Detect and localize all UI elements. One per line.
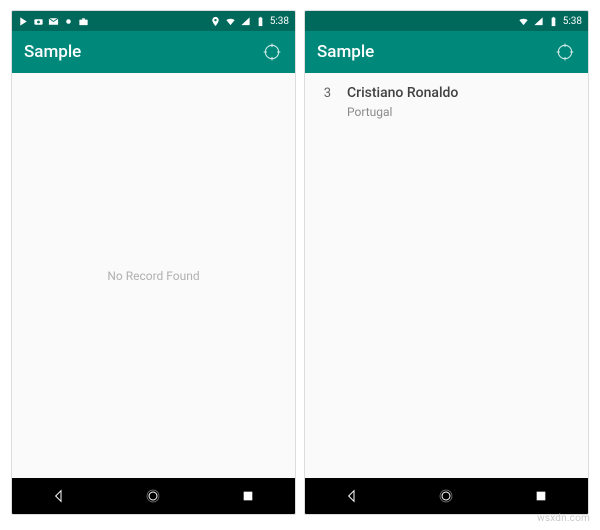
target-icon[interactable]	[554, 41, 576, 63]
camera-icon	[33, 16, 44, 27]
battery-icon	[548, 16, 559, 27]
list-item-texts: Cristiano Ronaldo Portugal	[347, 85, 458, 119]
navigation-bar	[12, 478, 295, 514]
status-right-icons: 5:38	[210, 16, 289, 27]
list-item-index: 3	[319, 85, 331, 101]
status-right-icons: 5:38	[518, 16, 582, 27]
phone-list-state: 5:38 Sample 3 Cristiano Ronaldo Portugal	[304, 10, 589, 515]
nav-home-button[interactable]	[430, 480, 462, 512]
briefcase-icon	[78, 16, 89, 27]
list-item[interactable]: 3 Cristiano Ronaldo Portugal	[305, 73, 588, 131]
dot-icon	[63, 16, 74, 27]
play-icon	[18, 16, 29, 27]
battery-icon	[255, 16, 266, 27]
nav-back-button[interactable]	[43, 480, 75, 512]
phone-empty-state: 5:38 Sample No Record Found	[11, 10, 296, 515]
mail-icon	[48, 16, 59, 27]
app-title: Sample	[24, 42, 261, 62]
list-item-title: Cristiano Ronaldo	[347, 85, 458, 101]
app-bar: Sample	[305, 31, 588, 73]
nav-recent-button[interactable]	[525, 480, 557, 512]
status-time: 5:38	[563, 16, 582, 27]
navigation-bar	[305, 478, 588, 514]
wifi-icon	[518, 16, 529, 27]
content-list: 3 Cristiano Ronaldo Portugal	[305, 73, 588, 478]
status-bar: 5:38	[12, 11, 295, 31]
app-title: Sample	[317, 42, 554, 62]
target-icon[interactable]	[261, 41, 283, 63]
signal-icon	[240, 16, 251, 27]
status-left-icons	[18, 16, 89, 27]
list-item-subtitle: Portugal	[347, 105, 458, 119]
status-bar: 5:38	[305, 11, 588, 31]
location-icon	[210, 16, 221, 27]
watermark-text: wsxdn.com	[537, 513, 590, 524]
empty-state-text: No Record Found	[12, 73, 295, 478]
nav-home-button[interactable]	[137, 480, 169, 512]
app-bar: Sample	[12, 31, 295, 73]
wifi-icon	[225, 16, 236, 27]
status-time: 5:38	[270, 16, 289, 27]
nav-recent-button[interactable]	[232, 480, 264, 512]
nav-back-button[interactable]	[336, 480, 368, 512]
content-empty: No Record Found	[12, 73, 295, 478]
signal-icon	[533, 16, 544, 27]
